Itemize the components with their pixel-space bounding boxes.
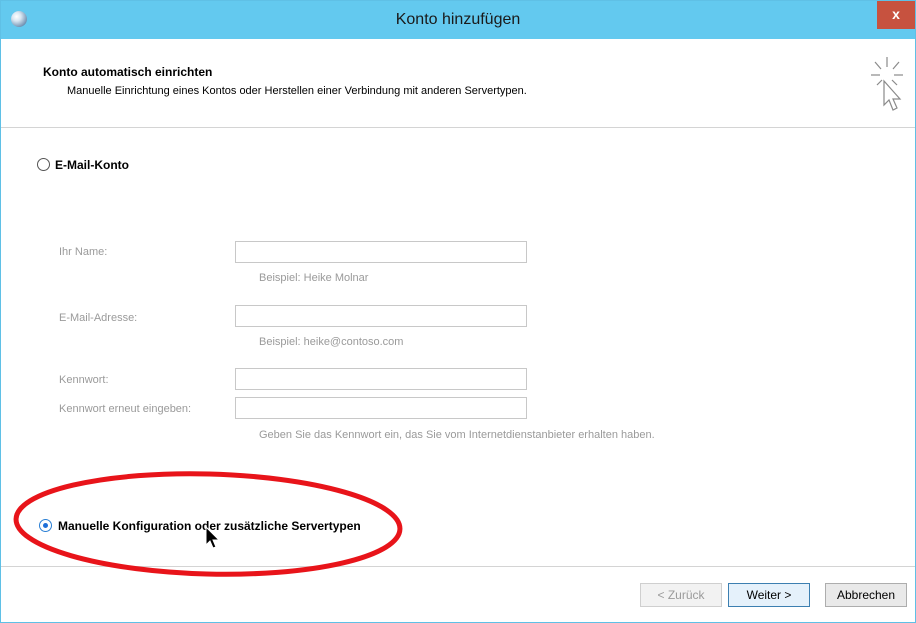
password-input[interactable] [235, 368, 527, 390]
name-label: Ihr Name: [59, 246, 108, 258]
name-hint: Beispiel: Heike Molnar [259, 272, 369, 284]
password-confirm-label: Kennwort erneut eingeben: [59, 403, 192, 415]
back-button[interactable]: < Zurück [640, 583, 722, 607]
dialog-header: Konto automatisch einrichten Manuelle Ei… [1, 39, 915, 128]
add-account-dialog: Konto hinzufügen x Konto automatisch ein… [0, 0, 916, 623]
name-input[interactable] [235, 241, 527, 263]
email-account-label[interactable]: E-Mail-Konto [55, 158, 129, 172]
email-account-radio[interactable] [37, 158, 50, 171]
email-address-input[interactable] [235, 305, 527, 327]
title-bar[interactable]: Konto hinzufügen x [1, 1, 915, 39]
manual-config-label[interactable]: Manuelle Konfiguration oder zusätzliche … [58, 519, 361, 533]
window-title: Konto hinzufügen [395, 11, 521, 28]
password-hint: Geben Sie das Kennwort ein, das Sie vom … [259, 429, 655, 441]
cancel-button[interactable]: Abbrechen [825, 583, 907, 607]
close-button[interactable]: x [877, 1, 915, 29]
wizard-cursor-icon [871, 57, 903, 111]
email-address-label: E-Mail-Adresse: [59, 312, 138, 324]
email-address-hint: Beispiel: heike@contoso.com [259, 336, 404, 348]
password-confirm-input[interactable] [235, 397, 527, 419]
header-title: Konto automatisch einrichten [43, 65, 213, 79]
header-subtitle: Manuelle Einrichtung eines Kontos oder H… [67, 85, 527, 97]
next-button[interactable]: Weiter > [728, 583, 810, 607]
manual-config-radio[interactable] [39, 519, 52, 532]
footer-divider [1, 566, 915, 567]
password-label: Kennwort: [59, 374, 109, 386]
